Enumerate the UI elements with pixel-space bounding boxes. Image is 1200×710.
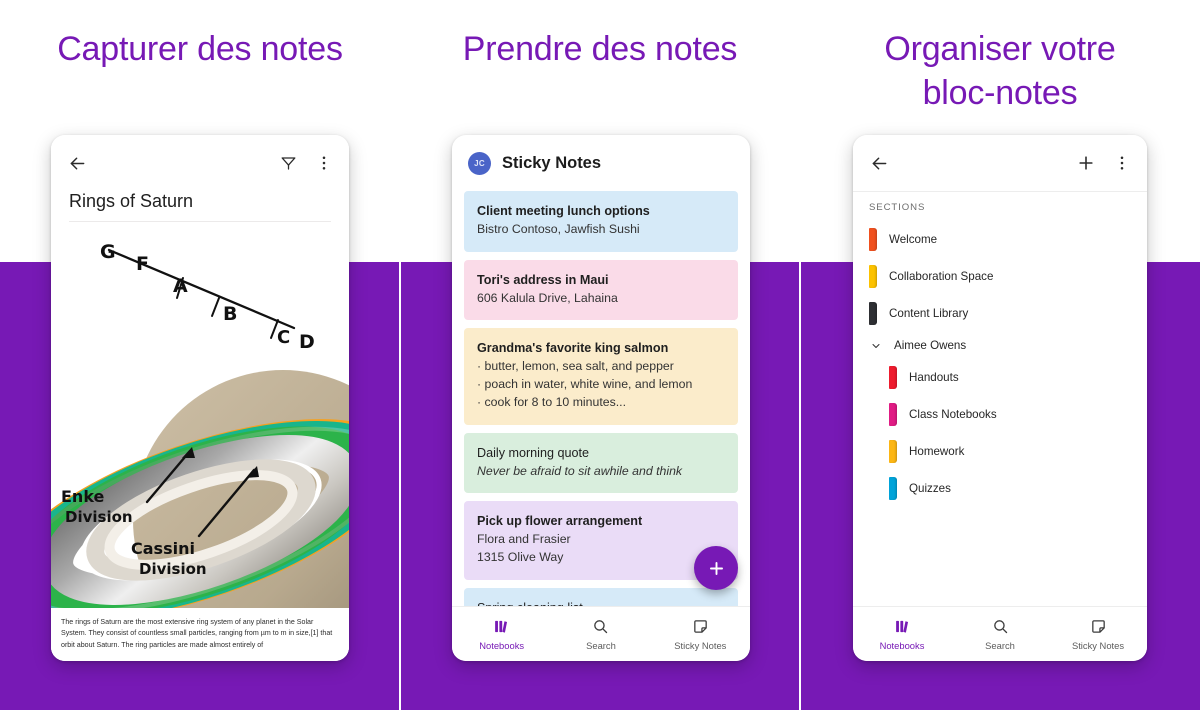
nav-item-search[interactable]: Search <box>951 617 1049 651</box>
section-row-quizzes[interactable]: Quizzes <box>853 470 1147 507</box>
right-bottom-nav: Notebooks Search Sticky Notes <box>853 606 1147 661</box>
annotation-cassini-line2: Division <box>139 560 207 578</box>
note-card[interactable]: Tori's address in Maui 606 Kalula Drive,… <box>464 259 738 321</box>
chevron-down-icon[interactable] <box>869 340 882 352</box>
note-title: Pick up flower arrangement <box>477 514 643 529</box>
section-row-handouts[interactable]: Handouts <box>853 359 1147 396</box>
note-title[interactable]: Rings of Saturn <box>69 191 331 222</box>
nav-label: Search <box>586 640 616 651</box>
note-body-line: Never be afraid to sit awhile and think <box>477 463 683 478</box>
note-body-line: · poach in water, white wine, and lemon <box>477 377 693 392</box>
ring-label-c: C <box>277 327 290 348</box>
note-body-line: 1315 Olive Way <box>477 550 564 565</box>
note-card[interactable]: Grandma's favorite king salmon · butter,… <box>464 328 738 425</box>
phone-right-sections-view: SECTIONS Welcome Collaboration Space Con… <box>853 135 1147 661</box>
section-label: Handouts <box>909 371 959 384</box>
phone-mockups: Rings of Saturn G F A B C D Enke Divisio… <box>0 0 1200 710</box>
note-body-line: · butter, lemon, sea salt, and pepper <box>477 359 674 374</box>
sections-list[interactable]: Welcome Collaboration Space Content Libr… <box>853 221 1147 606</box>
note-title: Tori's address in Maui <box>477 272 609 287</box>
ring-label-a: A <box>173 275 188 297</box>
note-card[interactable]: Spring cleaning list <box>464 588 738 606</box>
plus-icon <box>709 561 723 575</box>
annotation-enke-line1: Enke <box>61 487 105 506</box>
note-title: Daily morning quote <box>477 445 590 460</box>
nav-label: Sticky Notes <box>1071 640 1125 651</box>
section-row-class-notebooks[interactable]: Class Notebooks <box>853 396 1147 433</box>
sticky-note-icon <box>692 617 709 635</box>
ring-label-g: G <box>100 241 116 263</box>
saturn-illustration: G F A B C D Enke Division Cassini Divisi… <box>51 241 349 640</box>
notebooks-icon <box>493 617 510 635</box>
nav-item-sticky-notes[interactable]: Sticky Notes <box>1049 617 1147 651</box>
sticky-note-icon <box>1090 617 1107 635</box>
note-title: Grandma's favorite king salmon <box>477 341 669 356</box>
lasso-select-icon[interactable] <box>279 154 298 173</box>
more-vertical-icon[interactable] <box>315 154 333 172</box>
section-label: Welcome <box>889 233 938 246</box>
section-label: Homework <box>909 445 965 458</box>
nav-label: Search <box>985 640 1015 651</box>
ring-label-f: F <box>136 253 149 275</box>
ring-label-d: D <box>299 331 315 353</box>
nav-label: Notebooks <box>879 640 925 651</box>
section-color-tab <box>869 302 877 325</box>
section-color-tab <box>869 228 877 251</box>
section-row-homework[interactable]: Homework <box>853 433 1147 470</box>
nav-item-search[interactable]: Search <box>551 617 650 651</box>
note-card[interactable]: Client meeting lunch options Bistro Cont… <box>464 191 738 252</box>
section-color-tab <box>889 366 897 389</box>
arrow-left-icon[interactable] <box>67 153 88 174</box>
section-label: Class Notebooks <box>909 408 997 421</box>
phone-mid-sticky-notes: JC Sticky Notes Client meeting lunch opt… <box>452 135 750 661</box>
sticky-notes-list[interactable]: Client meeting lunch options Bistro Cont… <box>452 191 750 606</box>
mid-bottom-nav: Notebooks Search Sticky Notes <box>452 606 750 661</box>
note-card[interactable]: Daily morning quote Never be afraid to s… <box>464 432 738 494</box>
arrow-left-icon[interactable] <box>869 153 890 174</box>
note-body-line: · cook for 8 to 10 minutes... <box>477 394 626 409</box>
phone-left-note-view: Rings of Saturn G F A B C D Enke Divisio… <box>51 135 349 661</box>
sections-header: SECTIONS <box>853 191 1147 221</box>
note-body-line: Bistro Contoso, Jawfish Sushi <box>477 221 640 236</box>
add-note-fab[interactable] <box>694 546 738 590</box>
ring-label-b: B <box>223 303 237 325</box>
section-row-content-library[interactable]: Content Library <box>853 295 1147 332</box>
right-appbar <box>853 135 1147 191</box>
section-row-welcome[interactable]: Welcome <box>853 221 1147 258</box>
section-label: Collaboration Space <box>889 270 994 283</box>
left-appbar <box>51 135 349 191</box>
section-color-tab <box>889 440 897 463</box>
section-label: Content Library <box>889 307 969 320</box>
annotation-enke-line2: Division <box>65 508 133 526</box>
saturn-diagram-canvas[interactable]: G F A B C D Enke Division Cassini Divisi… <box>51 230 349 661</box>
note-title: Spring cleaning list <box>477 600 725 606</box>
search-icon <box>992 617 1009 635</box>
note-body-line: Flora and Frasier <box>477 532 571 547</box>
more-vertical-icon[interactable] <box>1113 154 1131 172</box>
nav-item-notebooks[interactable]: Notebooks <box>853 617 951 651</box>
nav-item-notebooks[interactable]: Notebooks <box>452 617 551 651</box>
note-title-wrap: Rings of Saturn <box>51 191 349 230</box>
nav-label: Notebooks <box>479 640 525 651</box>
section-color-tab <box>889 477 897 500</box>
section-row-collaboration-space[interactable]: Collaboration Space <box>853 258 1147 295</box>
nav-label: Sticky Notes <box>674 640 727 651</box>
section-color-tab <box>889 403 897 426</box>
sticky-notes-title: Sticky Notes <box>502 153 602 172</box>
avatar[interactable]: JC <box>468 151 491 175</box>
section-color-tab <box>869 265 877 288</box>
sticky-notes-header: JC Sticky Notes <box>452 135 750 191</box>
annotation-cassini-line1: Cassini <box>131 539 195 558</box>
note-title: Client meeting lunch options <box>477 204 650 218</box>
section-label: Quizzes <box>909 482 951 495</box>
note-body-line: 606 Kalula Drive, Lahaina <box>477 290 618 305</box>
search-icon <box>592 617 609 635</box>
notebooks-icon <box>894 617 911 635</box>
plus-icon[interactable] <box>1076 153 1096 173</box>
nav-item-sticky-notes[interactable]: Sticky Notes <box>651 617 750 651</box>
section-group-label: Aimee Owens <box>894 339 967 352</box>
section-group-aimee-owens[interactable]: Aimee Owens <box>853 332 1147 359</box>
note-paragraph[interactable]: The rings of Saturn are the most extensi… <box>51 607 349 661</box>
